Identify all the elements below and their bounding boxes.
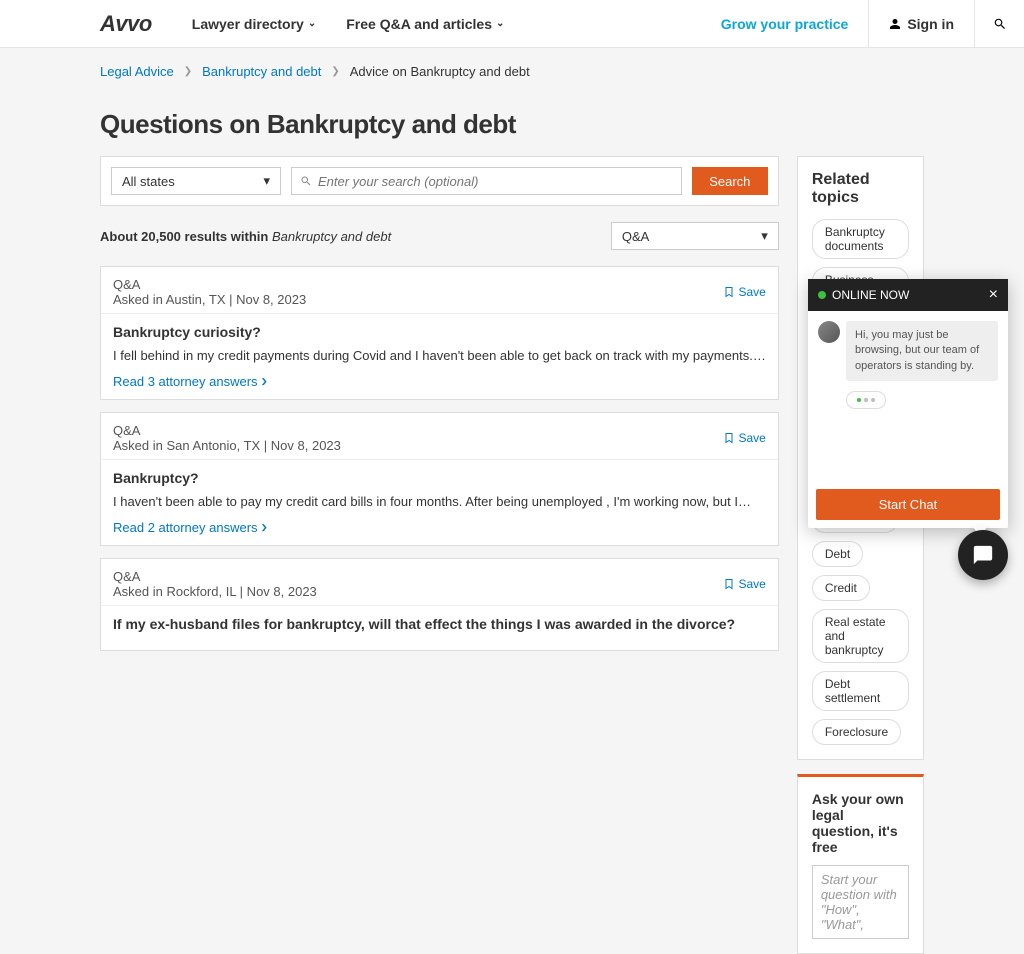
state-select[interactable]: All states ▾ xyxy=(111,167,281,195)
signin-button[interactable]: Sign in xyxy=(868,0,974,47)
chat-fab-button[interactable] xyxy=(958,530,1008,580)
page-title: Questions on Bankruptcy and debt xyxy=(100,109,924,140)
chat-status: ONLINE NOW xyxy=(832,288,909,302)
card-body: If my ex-husband files for bankruptcy, w… xyxy=(101,605,778,650)
card-link[interactable]: Read 3 attorney answers ❯ xyxy=(113,374,268,389)
chevron-down-icon: ⌄ xyxy=(496,18,504,29)
logo[interactable]: Avvo xyxy=(100,11,152,37)
result-card[interactable]: Q&AAsked in Rockford, IL | Nov 8, 2023 S… xyxy=(100,558,779,651)
state-label: All states xyxy=(122,174,175,189)
chat-message: Hi, you may just be browsing, but our te… xyxy=(818,321,998,381)
chevron-right-icon: ❯ xyxy=(261,377,269,386)
related-tag[interactable]: Bankruptcy documents xyxy=(812,219,909,259)
card-excerpt: I fell behind in my credit payments duri… xyxy=(113,348,766,363)
caret-down-icon: ▾ xyxy=(263,173,270,189)
header-right: Grow your practice Sign in xyxy=(721,0,1024,47)
signin-label: Sign in xyxy=(907,16,954,32)
site-header: Avvo Lawyer directory ⌄ Free Q&A and arti… xyxy=(0,0,1024,48)
search-input-wrapper xyxy=(291,167,682,195)
typing-indicator-icon xyxy=(846,391,886,409)
results-list: Q&AAsked in Austin, TX | Nov 8, 2023 Sav… xyxy=(100,266,779,651)
card-meta: Q&AAsked in San Antonio, TX | Nov 8, 202… xyxy=(101,413,778,459)
nav-lawyer-directory[interactable]: Lawyer directory ⌄ xyxy=(192,16,316,32)
ask-question-box: Ask your own legal question, it's free S… xyxy=(797,774,924,954)
card-title: If my ex-husband files for bankruptcy, w… xyxy=(113,616,766,632)
related-tag[interactable]: Credit xyxy=(812,575,870,601)
related-tag[interactable]: Debt xyxy=(812,541,863,567)
main-column: All states ▾ Search About 20,500 results… xyxy=(100,156,779,954)
results-topic: Bankruptcy and debt xyxy=(272,229,391,244)
save-button[interactable]: Save xyxy=(723,423,765,453)
search-button[interactable] xyxy=(974,0,1024,47)
breadcrumb: Legal Advice ❯ Bankruptcy and debt ❯ Adv… xyxy=(100,64,924,79)
result-card[interactable]: Q&AAsked in Austin, TX | Nov 8, 2023 Sav… xyxy=(100,266,779,400)
card-title: Bankruptcy curiosity? xyxy=(113,324,766,340)
chevron-right-icon: ❯ xyxy=(184,66,192,77)
sidebar: Related topics Bankruptcy documentsBusin… xyxy=(797,156,924,954)
card-meta-text: Q&AAsked in San Antonio, TX | Nov 8, 202… xyxy=(113,423,341,453)
bookmark-icon xyxy=(723,578,735,590)
grow-practice-link[interactable]: Grow your practice xyxy=(721,16,849,32)
card-body: Bankruptcy? I haven't been able to pay my… xyxy=(101,459,778,545)
card-meta: Q&AAsked in Austin, TX | Nov 8, 2023 Sav… xyxy=(101,267,778,313)
start-chat-button[interactable]: Start Chat xyxy=(816,489,1000,520)
result-card[interactable]: Q&AAsked in San Antonio, TX | Nov 8, 202… xyxy=(100,412,779,546)
chevron-right-icon: ❯ xyxy=(331,66,339,77)
nav-label: Free Q&A and articles xyxy=(346,16,492,32)
results-prefix: About 20,500 results within xyxy=(100,229,272,244)
chat-widget: ONLINE NOW × Hi, you may just be browsin… xyxy=(808,279,1008,528)
card-excerpt: I haven't been able to pay my credit car… xyxy=(113,494,766,509)
nav-free-qa[interactable]: Free Q&A and articles ⌄ xyxy=(346,16,504,32)
chat-header: ONLINE NOW × xyxy=(808,279,1008,311)
card-meta-text: Q&AAsked in Rockford, IL | Nov 8, 2023 xyxy=(113,569,317,599)
card-meta: Q&AAsked in Rockford, IL | Nov 8, 2023 S… xyxy=(101,559,778,605)
status-dot-icon xyxy=(818,291,826,299)
caret-down-icon: ▾ xyxy=(761,228,768,244)
chevron-down-icon: ⌄ xyxy=(308,18,316,29)
chevron-right-icon: ❯ xyxy=(261,523,269,532)
related-heading: Related topics xyxy=(812,171,909,207)
card-body: Bankruptcy curiosity? I fell behind in my… xyxy=(101,313,778,399)
search-icon xyxy=(300,175,312,187)
search-input[interactable] xyxy=(318,174,673,189)
card-meta-text: Q&AAsked in Austin, TX | Nov 8, 2023 xyxy=(113,277,306,307)
content-type-select[interactable]: Q&A ▾ xyxy=(611,222,779,250)
filter-label: Q&A xyxy=(622,229,649,244)
nav-label: Lawyer directory xyxy=(192,16,304,32)
breadcrumb-legal-advice[interactable]: Legal Advice xyxy=(100,64,174,79)
chat-body: Hi, you may just be browsing, but our te… xyxy=(808,311,1008,489)
breadcrumb-bankruptcy[interactable]: Bankruptcy and debt xyxy=(202,64,321,79)
related-tag[interactable]: Foreclosure xyxy=(812,719,901,745)
results-row: About 20,500 results within Bankruptcy a… xyxy=(100,222,779,250)
user-icon xyxy=(889,18,901,30)
chat-icon xyxy=(972,544,994,566)
related-tag[interactable]: Real estate and bankruptcy xyxy=(812,609,909,663)
breadcrumb-current: Advice on Bankruptcy and debt xyxy=(350,64,530,79)
save-button[interactable]: Save xyxy=(723,569,765,599)
results-count: About 20,500 results within Bankruptcy a… xyxy=(100,229,391,244)
search-panel: All states ▾ Search xyxy=(100,156,779,206)
ask-question-input[interactable]: Start your question with "How", "What", xyxy=(812,865,909,939)
bookmark-icon xyxy=(723,286,735,298)
search-icon xyxy=(993,17,1007,31)
bookmark-icon xyxy=(723,432,735,444)
card-title: Bankruptcy? xyxy=(113,470,766,486)
search-submit-button[interactable]: Search xyxy=(692,167,768,195)
related-tag[interactable]: Debt settlement xyxy=(812,671,909,711)
close-icon[interactable]: × xyxy=(989,287,998,303)
chat-bubble: Hi, you may just be browsing, but our te… xyxy=(846,321,998,381)
save-button[interactable]: Save xyxy=(723,277,765,307)
layout: All states ▾ Search About 20,500 results… xyxy=(100,156,924,954)
ask-heading: Ask your own legal question, it's free xyxy=(812,791,909,855)
avatar xyxy=(818,321,840,343)
card-link[interactable]: Read 2 attorney answers ❯ xyxy=(113,520,268,535)
